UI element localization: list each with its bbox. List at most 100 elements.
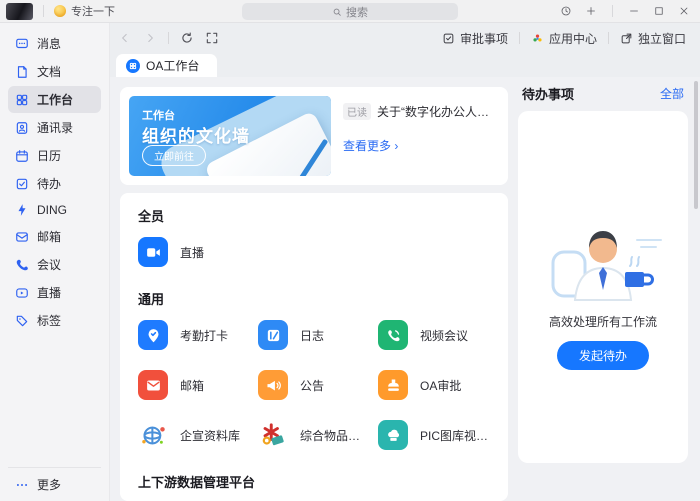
globe-icon — [138, 420, 168, 450]
divider — [43, 5, 44, 17]
chat-icon — [15, 37, 29, 51]
app-cloudmedia[interactable]: PIC图库视频库 — [378, 420, 490, 450]
banner-card: 工作台 组织的文化墙 立即前往 已读 关于“数字化办公人才”认... 查看更多 … — [120, 87, 508, 185]
app-callwave[interactable]: 视频会议 — [378, 320, 490, 350]
workspace-content: 工作台 组织的文化墙 立即前往 已读 关于“数字化办公人才”认... 查看更多 … — [110, 77, 514, 501]
user-avatar[interactable] — [6, 3, 33, 20]
stamp-icon — [378, 370, 408, 400]
cloudmedia-icon — [378, 420, 408, 450]
tab-bar: OA工作台 — [110, 53, 700, 77]
search-bar[interactable]: 搜索 — [242, 3, 458, 20]
sidebar-item-grid[interactable]: 工作台 — [8, 86, 101, 113]
tag-icon — [15, 314, 29, 328]
sidebar-more-label: 更多 — [37, 476, 61, 493]
history-icon[interactable] — [560, 5, 572, 17]
sidebar-item-tag[interactable]: 标签 — [8, 307, 101, 334]
app-assets[interactable]: 综合物品管理库 — [258, 420, 370, 450]
maximize-icon[interactable] — [653, 5, 665, 17]
mailglyph-icon — [138, 370, 168, 400]
tab-oa-workspace[interactable]: OA工作台 — [116, 54, 217, 77]
sidebar-item-calendar[interactable]: 日历 — [8, 142, 101, 169]
contacts-icon — [15, 121, 29, 135]
minimize-icon[interactable] — [628, 5, 640, 17]
approve-icon — [442, 32, 455, 45]
doc-icon — [15, 65, 29, 79]
app-cam[interactable]: 直播 — [138, 237, 250, 267]
forward-icon[interactable] — [143, 31, 157, 45]
banner-cta-button[interactable]: 立即前往 — [142, 145, 206, 166]
sidebar-item-label: 标签 — [37, 312, 61, 329]
external-icon — [620, 32, 633, 45]
view-more-link[interactable]: 查看更多 › — [343, 137, 499, 154]
toolbar-action-appcenter[interactable]: 应用中心 — [531, 30, 597, 47]
app-section: 上下游数据管理平台 — [138, 472, 490, 491]
assets-icon — [258, 420, 288, 450]
status-text[interactable]: 专注一下 — [71, 3, 115, 19]
sidebar-item-more[interactable]: 更多 — [8, 467, 101, 493]
sidebar-item-mail[interactable]: 邮箱 — [8, 223, 101, 250]
announcement-title[interactable]: 关于“数字化办公人才”认... — [377, 103, 499, 120]
app-globe[interactable]: 企宣资料库 — [138, 420, 250, 450]
sidebar-item-bolt[interactable]: DING — [8, 198, 101, 222]
browser-bar: 审批事项 应用中心 独立窗口 — [110, 23, 700, 53]
toolbar-action-label: 应用中心 — [549, 30, 597, 47]
toolbar-action-approve[interactable]: 审批事项 — [442, 30, 508, 47]
culture-wall-banner[interactable]: 工作台 组织的文化墙 立即前往 — [129, 96, 331, 176]
close-icon[interactable] — [678, 5, 690, 17]
divider — [519, 32, 520, 44]
back-icon[interactable] — [118, 31, 132, 45]
sidebar-item-label: 直播 — [37, 284, 61, 301]
more-icon — [15, 478, 29, 492]
sidebar-item-todo[interactable]: 待办 — [8, 170, 101, 197]
sidebar-item-live[interactable]: 直播 — [8, 279, 101, 306]
search-placeholder: 搜索 — [346, 4, 368, 20]
refresh-icon[interactable] — [180, 31, 194, 45]
section-title: 通用 — [138, 289, 490, 308]
toolbar-action-label: 独立窗口 — [638, 30, 686, 47]
banner-kicker: 工作台 — [142, 107, 175, 123]
announcement-area: 已读 关于“数字化办公人才”认... 查看更多 › — [343, 96, 499, 176]
sidebar-item-label: 邮箱 — [37, 228, 61, 245]
app-megaphone[interactable]: 公告 — [258, 370, 370, 400]
todo-empty-illustration — [537, 204, 669, 302]
app-stamp[interactable]: OA审批 — [378, 370, 490, 400]
section-title: 上下游数据管理平台 — [138, 472, 490, 491]
todo-icon — [15, 177, 29, 191]
grid-icon — [15, 93, 29, 107]
sidebar-item-phone[interactable]: 会议 — [8, 251, 101, 278]
cam-icon — [138, 237, 168, 267]
sidebar-item-label: 日历 — [37, 147, 61, 164]
pin-icon — [138, 320, 168, 350]
sidebar-item-label: 待办 — [37, 175, 61, 192]
bolt-icon — [15, 203, 29, 217]
todo-empty-card: 高效处理所有工作流 发起待办 — [518, 111, 688, 463]
app-pin[interactable]: 考勤打卡 — [138, 320, 250, 350]
create-todo-button[interactable]: 发起待办 — [557, 341, 649, 370]
plus-icon[interactable] — [585, 5, 597, 17]
app-mailglyph[interactable]: 邮箱 — [138, 370, 250, 400]
fullscreen-icon[interactable] — [205, 31, 219, 45]
status-emoji-icon — [54, 5, 66, 17]
app-section: 通用考勤打卡日志视频会议邮箱公告 OA审批企宣资料库综合物品管理库 PIC图库视频库 — [138, 289, 490, 450]
todo-all-link[interactable]: 全部 — [660, 85, 684, 102]
calendar-icon — [15, 149, 29, 163]
main-area: 审批事项 应用中心 独立窗口 OA工作台 工作台 组织的文化墙 立即前往 — [110, 23, 700, 501]
live-icon — [15, 286, 29, 300]
workspace-tab-icon — [126, 59, 140, 73]
todo-panel: 待办事项 全部 高效处理所有工作流 — [514, 77, 700, 501]
sidebar-item-chat[interactable]: 消息 — [8, 30, 101, 57]
titlebar: 专注一下 搜索 — [0, 0, 700, 23]
toolbar-action-external[interactable]: 独立窗口 — [620, 30, 686, 47]
appcenter-icon — [531, 32, 544, 45]
app-log[interactable]: 日志 — [258, 320, 370, 350]
sidebar-item-doc[interactable]: 文档 — [8, 58, 101, 85]
sidebar-item-label: 会议 — [37, 256, 61, 273]
sidebar-item-contacts[interactable]: 通讯录 — [8, 114, 101, 141]
scrollbar-thumb[interactable] — [694, 81, 698, 209]
sidebar-item-label: DING — [37, 203, 67, 217]
apps-card: 全员直播通用考勤打卡日志视频会议邮箱公告OA审批企宣资料库综合物品管理库PIC图… — [120, 193, 508, 501]
divider — [168, 32, 169, 44]
read-status-badge: 已读 — [343, 103, 371, 120]
sidebar: 消息文档工作台通讯录日历待办 DING 邮箱会议直播标签 更多 — [0, 23, 110, 501]
phone-icon — [15, 258, 29, 272]
